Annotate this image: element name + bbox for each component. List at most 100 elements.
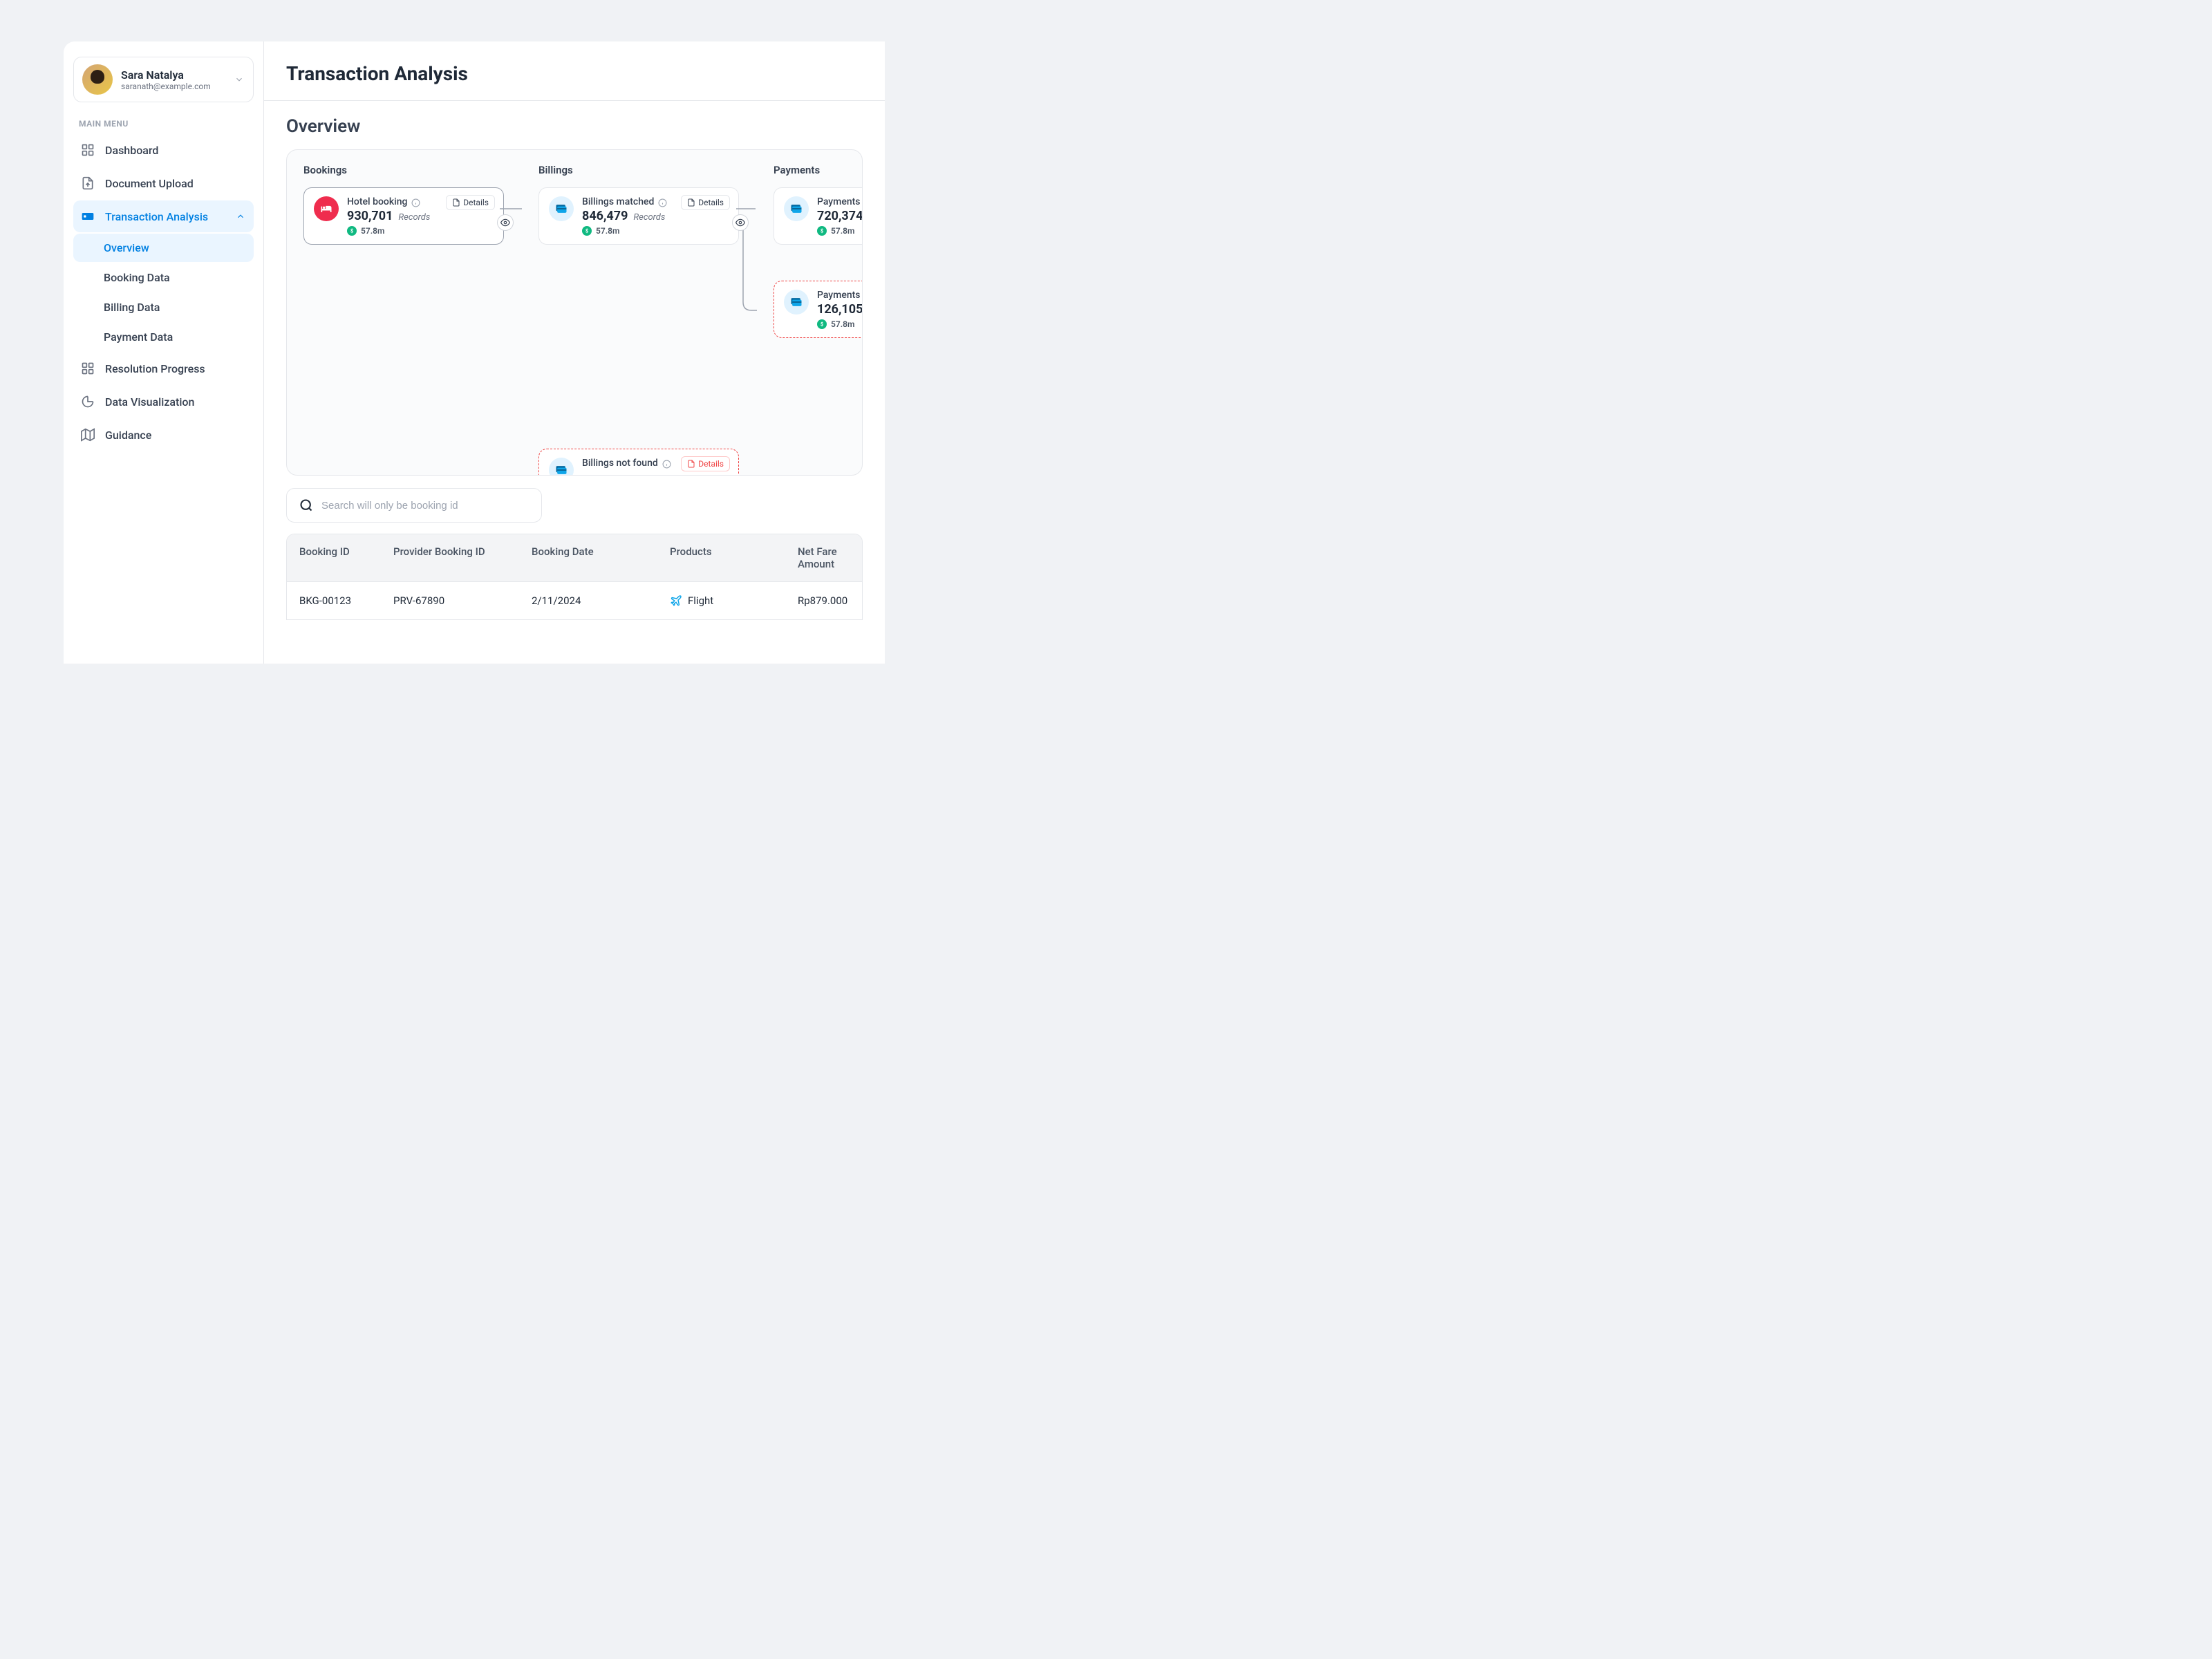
- card-icon: [549, 196, 574, 221]
- flight-icon: [670, 594, 682, 607]
- card-value: 846,479: [582, 209, 628, 223]
- card-icon: [80, 209, 95, 224]
- document-icon: [452, 198, 460, 207]
- sidebar-item-transaction-analysis[interactable]: Transaction Analysis: [73, 200, 254, 232]
- document-icon: [687, 198, 695, 207]
- flow-card-billings-matched[interactable]: Billings matched 846,479 Records: [538, 187, 739, 245]
- grid-icon: [80, 142, 95, 158]
- details-button[interactable]: Details: [681, 195, 730, 210]
- submenu-item-billing-data[interactable]: Billing Data: [73, 293, 254, 321]
- card-amount: 57.8m: [596, 226, 619, 236]
- info-icon: [658, 197, 668, 207]
- sidebar-item-label: Resolution Progress: [105, 362, 247, 375]
- map-icon: [80, 427, 95, 442]
- page-header: Transaction Analysis: [264, 41, 885, 101]
- sidebar-item-label: Document Upload: [105, 177, 247, 190]
- sidebar-item-dashboard[interactable]: Dashboard: [73, 134, 254, 166]
- card-amount: 57.8m: [831, 319, 854, 329]
- card-amount: 57.8m: [361, 226, 384, 236]
- column-title: Billings: [538, 164, 739, 176]
- user-card[interactable]: Sara Natalya saranath@example.com: [73, 57, 254, 102]
- svg-text:$: $: [350, 228, 353, 234]
- card-unit: Records: [633, 212, 665, 223]
- card-title: Payments matched: [817, 196, 863, 207]
- td-net-fare: Rp879.000: [785, 582, 862, 619]
- card-value: 930,701: [347, 209, 393, 223]
- submenu-item-payment-data[interactable]: Payment Data: [73, 323, 254, 351]
- submenu-item-overview[interactable]: Overview: [73, 234, 254, 262]
- card-title: Billings matched: [582, 196, 654, 207]
- details-label: Details: [698, 459, 724, 469]
- submenu-item-booking-data[interactable]: Booking Data: [73, 263, 254, 292]
- card-icon: [784, 290, 809, 315]
- flow-card-payments-not-found[interactable]: Payments not found 126,105 Records $ 57.: [774, 281, 863, 338]
- sidebar-item-resolution-progress[interactable]: Resolution Progress: [73, 353, 254, 384]
- eye-icon: [735, 218, 745, 227]
- sidebar-item-data-visualization[interactable]: Data Visualization: [73, 386, 254, 418]
- flow-column-billings: Billings Billings matched: [538, 164, 739, 461]
- details-label: Details: [698, 198, 724, 207]
- sidebar-item-document-upload[interactable]: Document Upload: [73, 167, 254, 199]
- details-label: Details: [463, 198, 489, 207]
- info-icon: [662, 458, 672, 468]
- grid-icon: [80, 361, 95, 376]
- info-icon: [411, 197, 421, 207]
- upload-icon: [80, 176, 95, 191]
- search-icon: [299, 498, 313, 512]
- submenu-transaction-analysis: Overview Booking Data Billing Data Payme…: [73, 234, 254, 351]
- td-products: Flight: [657, 582, 785, 619]
- card-title: Hotel booking: [347, 196, 407, 207]
- dollar-icon: $: [817, 319, 827, 329]
- dollar-icon: $: [817, 226, 827, 236]
- details-button[interactable]: Details: [446, 195, 495, 210]
- card-icon: [784, 196, 809, 221]
- user-info: Sara Natalya saranath@example.com: [121, 68, 234, 91]
- th-net-fare: Net Fare Amount: [785, 534, 862, 581]
- card-icon: [549, 458, 574, 476]
- chart-icon: [80, 394, 95, 409]
- card-amount: 57.8m: [831, 226, 854, 236]
- svg-text:$: $: [585, 228, 588, 234]
- flow-column-bookings: Bookings Hotel booking: [303, 164, 504, 461]
- flow-card-hotel-booking[interactable]: Hotel booking 930,701 Records: [303, 187, 504, 245]
- th-products: Products: [657, 534, 785, 581]
- chevron-up-icon: [236, 211, 247, 222]
- td-provider-booking-id: PRV-67890: [381, 582, 519, 619]
- user-email: saranath@example.com: [121, 82, 234, 91]
- search-input[interactable]: [321, 500, 529, 512]
- card-title: Billings not found: [582, 458, 658, 469]
- sidebar-item-label: Data Visualization: [105, 395, 247, 409]
- menu-header: MAIN MENU: [73, 119, 254, 129]
- sidebar-item-label: Guidance: [105, 429, 247, 442]
- column-title: Bookings: [303, 164, 504, 176]
- flow-container: Bookings Hotel booking: [286, 149, 863, 476]
- flow-card-billings-not-found[interactable]: Billings not found Details: [538, 449, 739, 476]
- svg-text:$: $: [821, 321, 823, 328]
- th-booking-id: Booking ID: [287, 534, 381, 581]
- sidebar: Sara Natalya saranath@example.com MAIN M…: [64, 41, 264, 664]
- th-booking-date: Booking Date: [519, 534, 657, 581]
- th-provider-booking-id: Provider Booking ID: [381, 534, 519, 581]
- td-booking-id: BKG-00123: [287, 582, 381, 619]
- card-title: Payments not found: [817, 290, 863, 301]
- eye-node[interactable]: [497, 214, 514, 231]
- td-booking-date: 2/11/2024: [519, 582, 657, 619]
- search-bar[interactable]: [286, 488, 542, 523]
- eye-node[interactable]: [732, 214, 749, 231]
- table-header: Booking ID Provider Booking ID Booking D…: [287, 534, 862, 582]
- sidebar-item-label: Dashboard: [105, 144, 247, 157]
- eye-icon: [500, 218, 510, 227]
- flow-card-payments-matched[interactable]: Payments matched 720,374 Records $ 57.8m: [774, 187, 863, 245]
- section-title: Overview: [264, 101, 885, 149]
- sidebar-item-guidance[interactable]: Guidance: [73, 419, 254, 451]
- document-icon: [687, 460, 695, 468]
- product-label: Flight: [688, 594, 713, 607]
- details-button[interactable]: Details: [681, 456, 730, 471]
- table-row[interactable]: BKG-00123 PRV-67890 2/11/2024 Flight Rp8…: [287, 582, 862, 619]
- card-unit: Records: [398, 212, 430, 223]
- user-name: Sara Natalya: [121, 68, 234, 82]
- chevron-down-icon: [234, 74, 245, 85]
- avatar: [82, 64, 113, 95]
- data-table: Booking ID Provider Booking ID Booking D…: [286, 534, 863, 620]
- svg-text:$: $: [821, 228, 823, 234]
